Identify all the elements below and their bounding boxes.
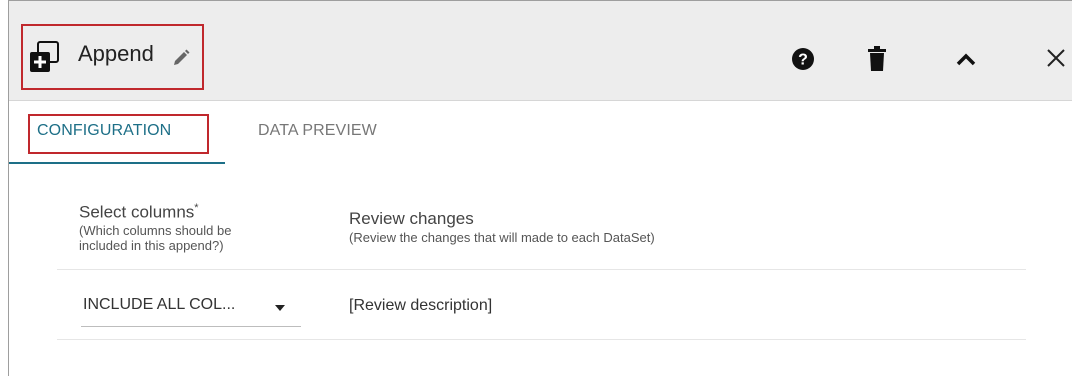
review-changes-header: Review changes (Review the changes that … (349, 209, 655, 245)
columns-select-value: INCLUDE ALL COL... (83, 296, 236, 313)
select-columns-title: Select columns (79, 202, 195, 222)
tab-configuration[interactable]: CONFIGURATION (37, 122, 171, 140)
select-columns-subtitle-2: included in this append?) (79, 237, 224, 253)
divider (57, 269, 1026, 270)
svg-text:?: ? (798, 52, 808, 69)
append-panel: Append ? CONFIGURATION DATA PREVIEW Sele… (8, 0, 1072, 376)
pencil-icon[interactable] (172, 49, 190, 67)
panel-header: Append ? (9, 1, 1072, 101)
chevron-up-icon[interactable] (955, 51, 977, 67)
columns-select[interactable]: INCLUDE ALL COL... (81, 291, 301, 327)
trash-icon[interactable] (867, 46, 887, 72)
review-changes-subtitle: (Review the changes that will made to ea… (349, 229, 655, 245)
append-node-icon (30, 41, 59, 72)
required-marker: * (194, 202, 199, 214)
tab-data-preview[interactable]: DATA PREVIEW (258, 122, 377, 140)
close-icon[interactable] (1046, 48, 1066, 68)
panel-title[interactable]: Append (78, 41, 154, 67)
review-description: [Review description] (349, 297, 493, 314)
dropdown-caret-icon (275, 305, 285, 311)
review-changes-title: Review changes (349, 209, 474, 228)
divider (57, 339, 1026, 340)
select-columns-header: Select columns* (Which columns should be… (79, 202, 231, 253)
select-columns-subtitle-1: (Which columns should be (79, 223, 232, 239)
help-icon[interactable]: ? (791, 47, 815, 71)
active-tab-indicator (9, 162, 225, 164)
tab-bar: CONFIGURATION DATA PREVIEW (9, 102, 1072, 164)
